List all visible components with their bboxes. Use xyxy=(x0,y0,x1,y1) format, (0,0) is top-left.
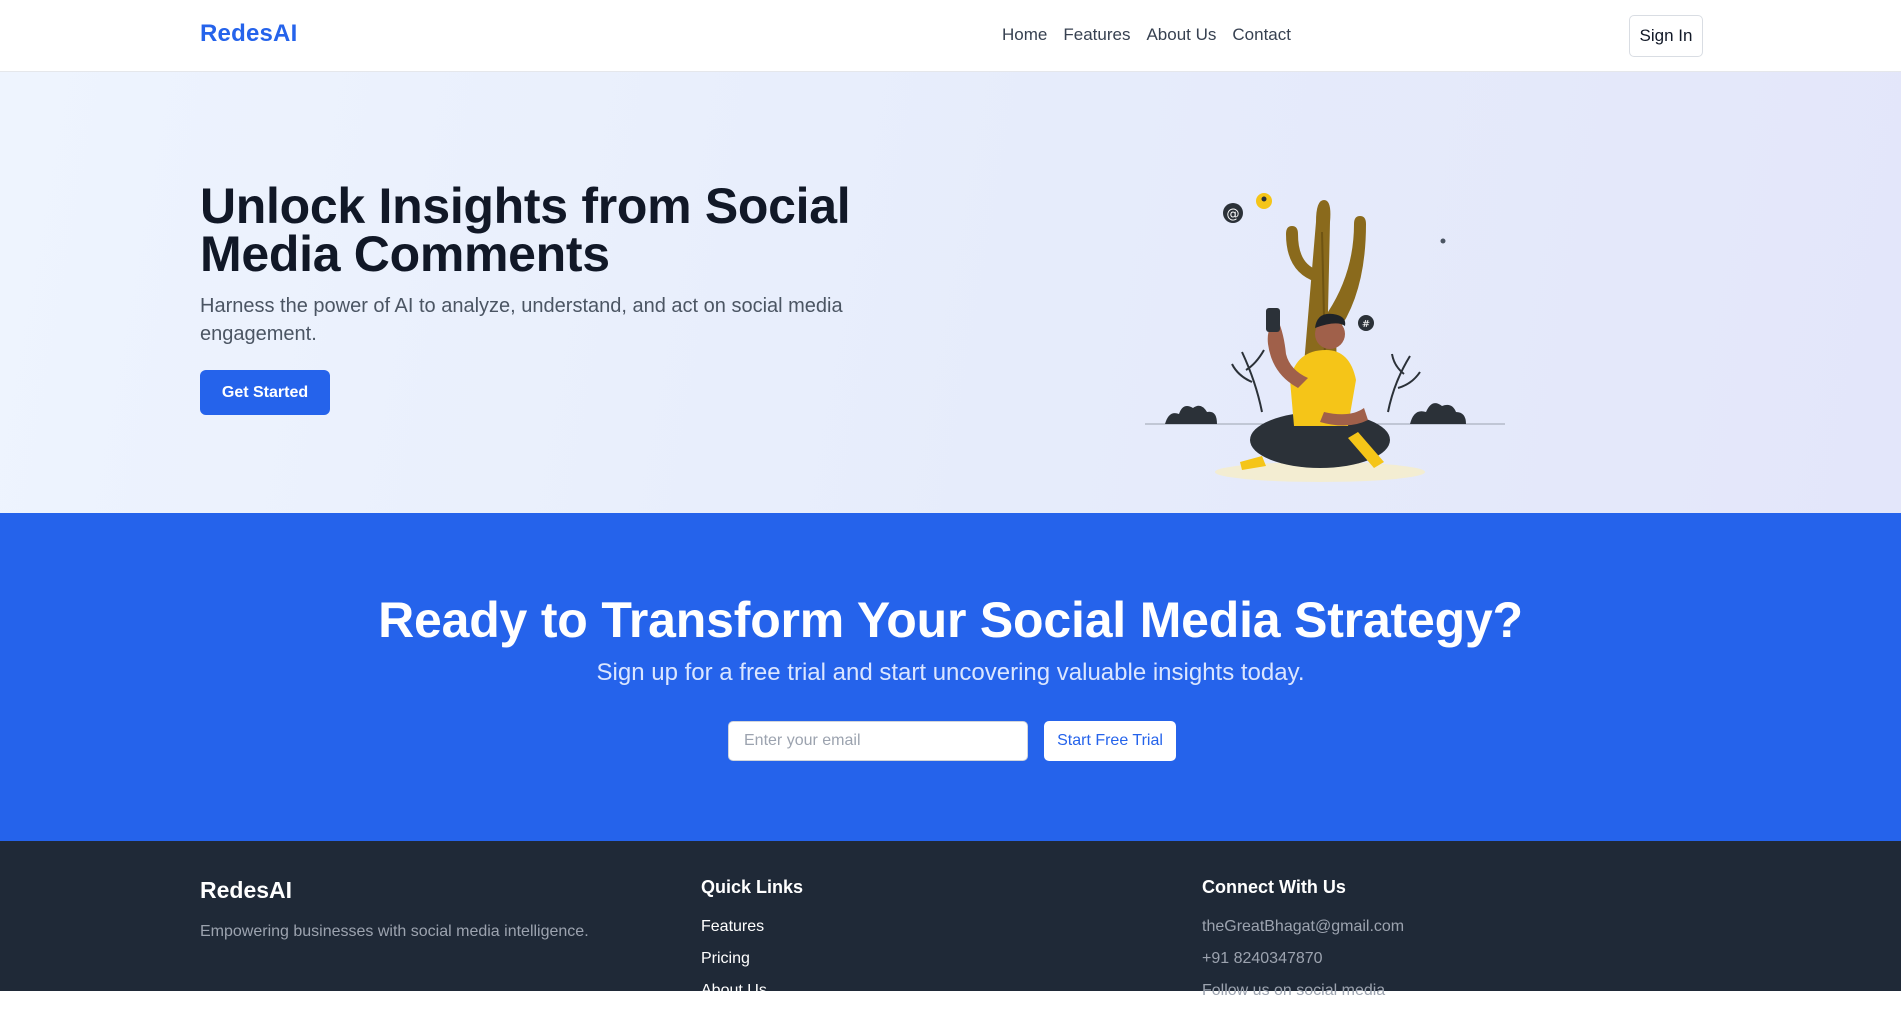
footer-tagline: Empowering businesses with social media … xyxy=(200,923,589,940)
user-badge-head xyxy=(1261,196,1267,202)
cta-subtitle: Sign up for a free trial and start uncov… xyxy=(596,659,1305,686)
footer-link-about-us[interactable]: About Us xyxy=(701,982,803,1000)
hero-title: Unlock Insights from Social Media Commen… xyxy=(200,178,851,282)
connect-heading: Connect With Us xyxy=(1202,877,1346,897)
footer-connect: Connect With Us theGreatBhagat@gmail.com… xyxy=(1202,877,1404,1014)
social-media-text: Follow us on social media xyxy=(1202,982,1386,999)
hero-section: Unlock Insights from Social Media Commen… xyxy=(0,72,1901,513)
at-sign-glyph: @ xyxy=(1227,207,1240,222)
hashtag-glyph: # xyxy=(1362,319,1370,330)
bush-right-shape xyxy=(1410,403,1466,424)
footer-brand: RedesAI xyxy=(200,877,293,903)
bush-left-shape xyxy=(1165,405,1217,424)
start-free-trial-button[interactable]: Start Free Trial xyxy=(1044,721,1176,761)
nav-link-features[interactable]: Features xyxy=(1063,25,1130,45)
hero-illustration: @ # xyxy=(1145,193,1505,482)
footer-quick-links: Quick Links Features Pricing About Us xyxy=(701,877,803,1014)
get-started-button[interactable]: Get Started xyxy=(200,370,330,415)
contact-email: theGreatBhagat@gmail.com xyxy=(1202,918,1405,935)
site-footer: RedesAI Empowering businesses with socia… xyxy=(0,841,1901,999)
nav-links: Home Features About Us Contact xyxy=(1002,25,1291,45)
brand-logo[interactable]: RedesAI xyxy=(200,20,297,48)
footer-link-features[interactable]: Features xyxy=(701,918,803,936)
dot-decoration xyxy=(1440,238,1446,244)
sign-in-button[interactable]: Sign In xyxy=(1629,15,1703,57)
quick-links-heading: Quick Links xyxy=(701,877,804,897)
plant-right-shape xyxy=(1387,353,1421,413)
nav-link-home[interactable]: Home xyxy=(1002,25,1047,45)
phone-icon xyxy=(1266,308,1280,332)
top-navbar: RedesAI Home Features About Us Contact S… xyxy=(0,0,1901,72)
nav-link-about-us[interactable]: About Us xyxy=(1146,25,1216,45)
cta-title: Ready to Transform Your Social Media Str… xyxy=(378,592,1523,648)
cta-section: Ready to Transform Your Social Media Str… xyxy=(0,513,1901,841)
contact-phone: +91 8240347870 xyxy=(1202,950,1323,967)
footer-link-pricing[interactable]: Pricing xyxy=(701,950,803,968)
email-input[interactable] xyxy=(728,721,1028,761)
nav-link-contact[interactable]: Contact xyxy=(1232,25,1291,45)
plant-left-shape xyxy=(1231,349,1265,413)
hero-subtitle: Harness the power of AI to analyze, unde… xyxy=(200,295,843,345)
